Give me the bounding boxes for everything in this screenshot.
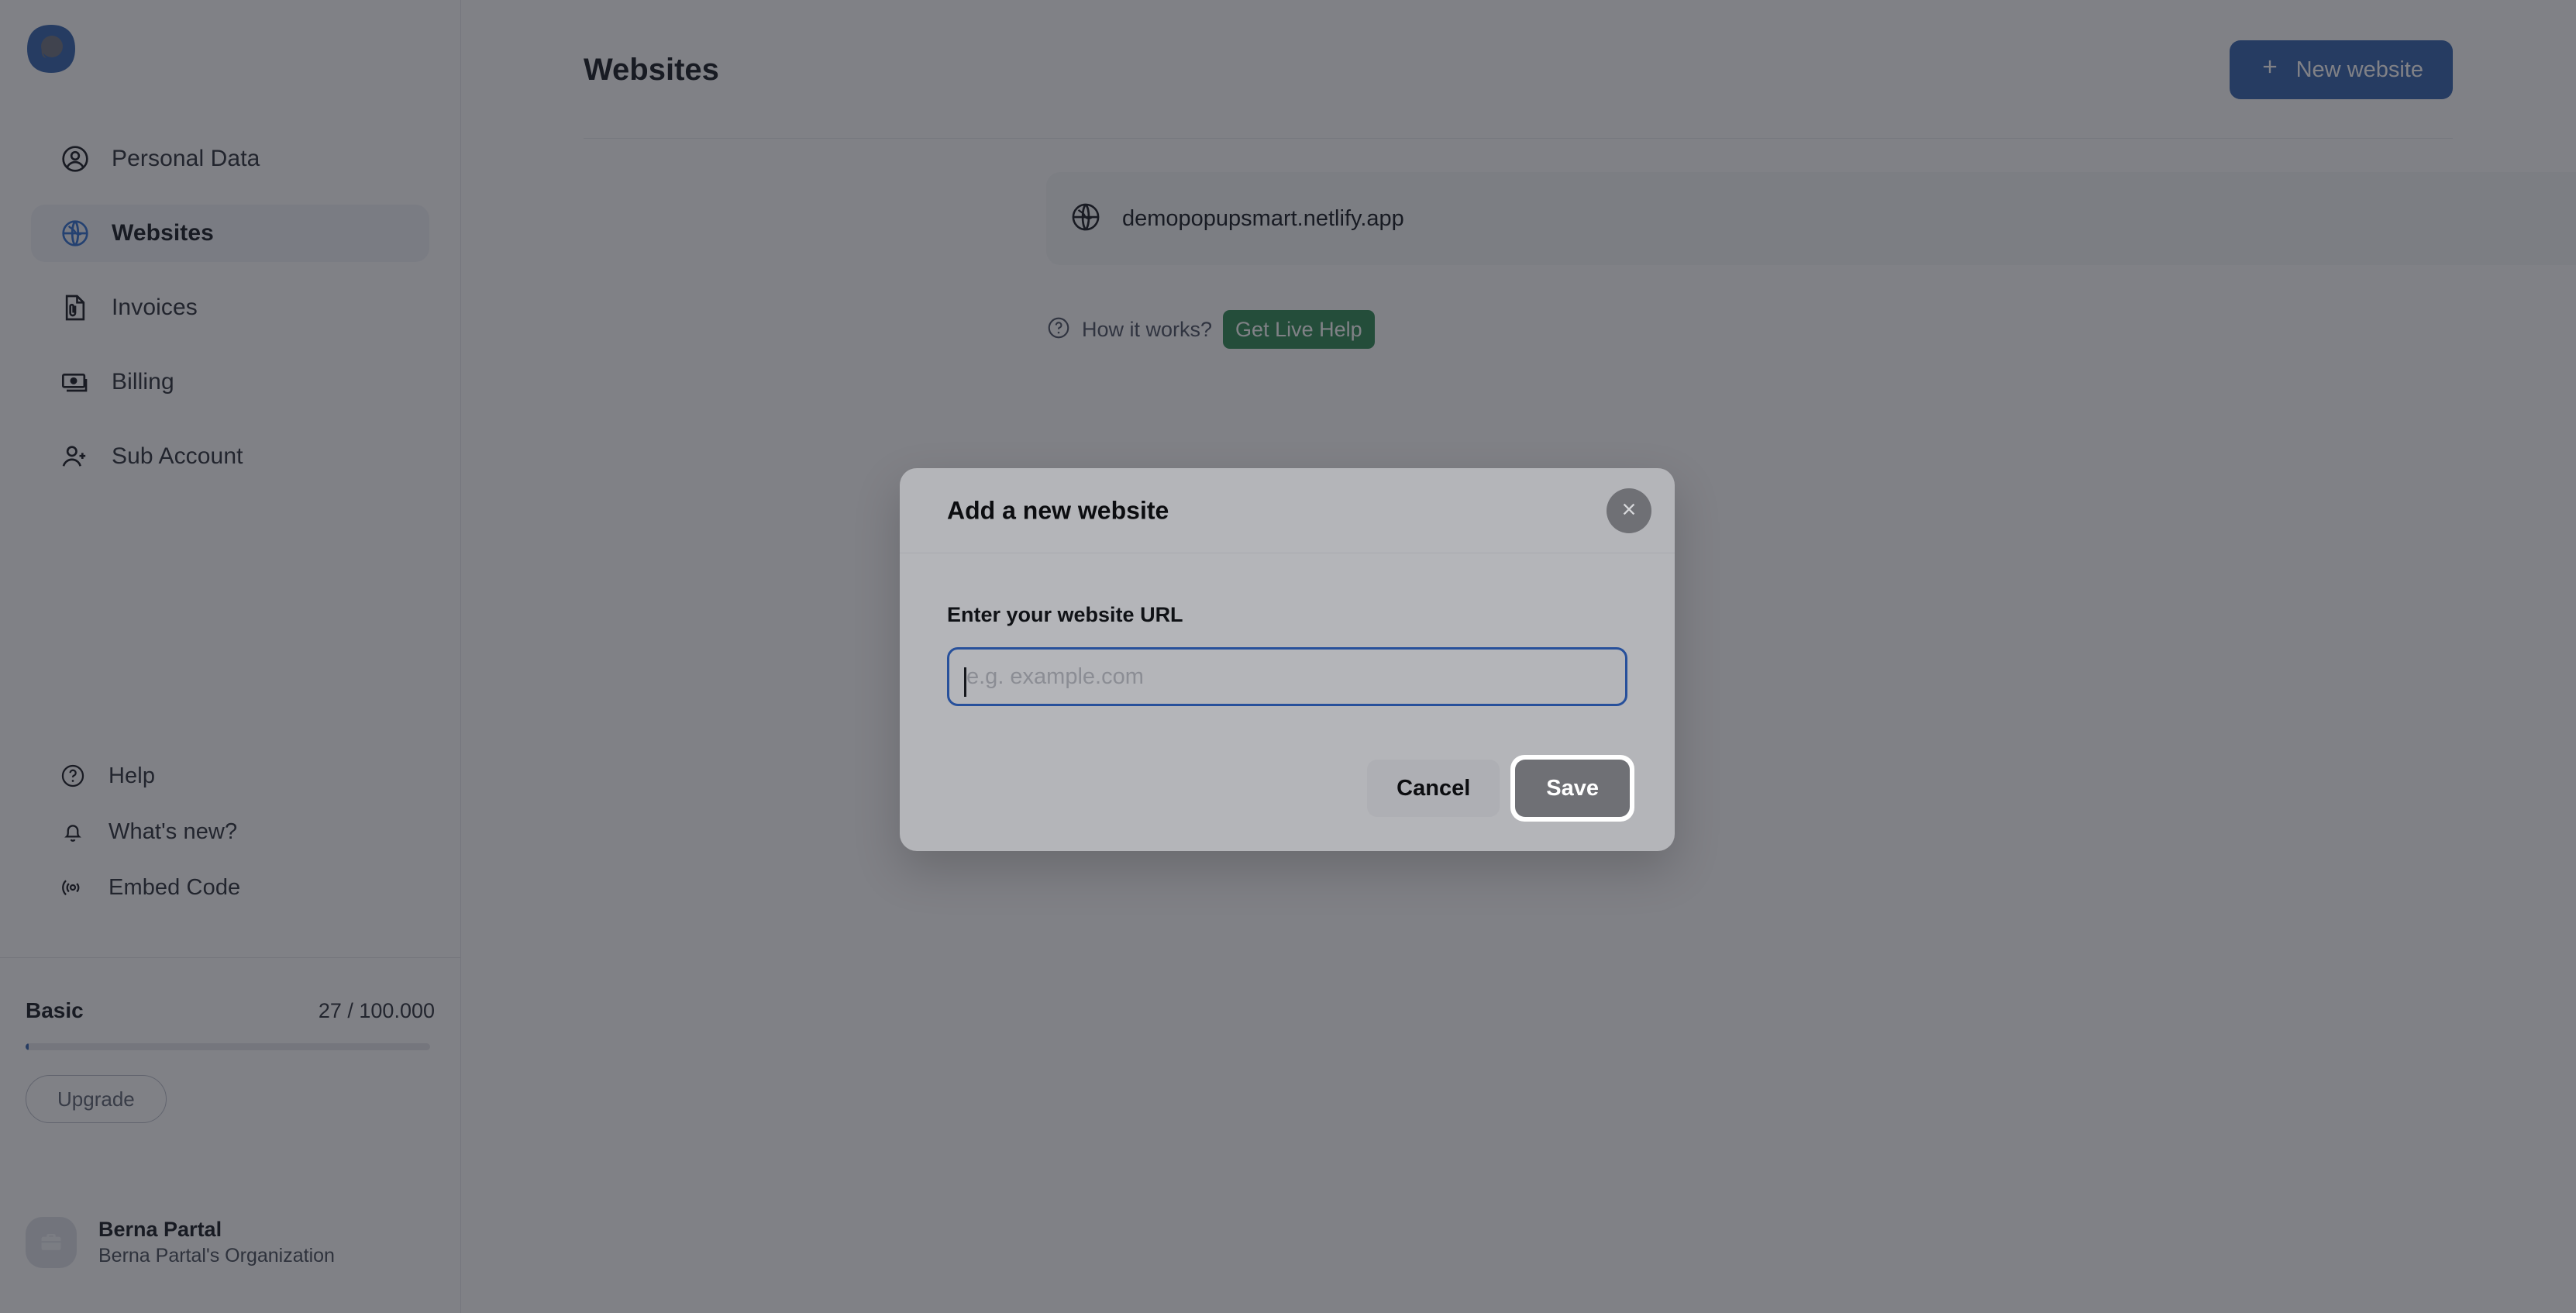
save-button[interactable]: Save	[1515, 760, 1630, 817]
modal-close-button[interactable]	[1607, 488, 1651, 533]
website-url-input[interactable]	[947, 647, 1627, 706]
text-caret	[964, 667, 966, 697]
cancel-button[interactable]: Cancel	[1367, 760, 1500, 817]
modal-body: Enter your website URL	[900, 553, 1675, 706]
close-icon	[1618, 498, 1640, 522]
modal-title: Add a new website	[947, 496, 1169, 524]
website-url-label: Enter your website URL	[947, 603, 1183, 626]
save-button-focus-ring: Save	[1510, 755, 1634, 822]
modal-header: Add a new website	[900, 468, 1675, 553]
modal-actions: Cancel Save	[1367, 755, 1634, 822]
add-website-modal: Add a new website Enter your website URL…	[900, 468, 1675, 851]
